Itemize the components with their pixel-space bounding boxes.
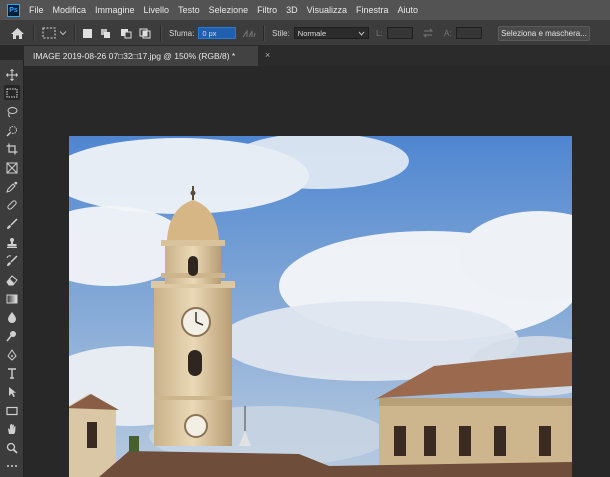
rectangle-icon <box>6 406 18 415</box>
menu-livello[interactable]: Livello <box>144 5 170 15</box>
lasso-tool[interactable] <box>4 104 20 119</box>
quick-selection-tool[interactable] <box>4 123 20 138</box>
document-tab-title: IMAGE 2019-08-26 07□32□17.jpg @ 150% (RG… <box>33 51 236 61</box>
marquee-preset-icon <box>42 27 56 39</box>
add-selection-mode[interactable] <box>100 20 112 46</box>
menu-file[interactable]: File <box>29 5 44 15</box>
hand-tool[interactable] <box>4 421 20 436</box>
new-selection-mode[interactable] <box>83 20 92 46</box>
photoshop-logo[interactable]: Ps <box>7 3 20 17</box>
anti-alias-checkbox[interactable] <box>242 20 256 46</box>
crop-tool[interactable] <box>4 141 20 156</box>
menu-modifica[interactable]: Modifica <box>53 5 87 15</box>
document-tab[interactable]: IMAGE 2019-08-26 07□32□17.jpg @ 150% (RG… <box>24 46 258 66</box>
pen-icon <box>7 348 17 361</box>
photo-bell-tower-illustration <box>69 136 572 477</box>
select-and-mask-button[interactable]: Seleziona e maschera... <box>498 25 590 41</box>
bandage-icon <box>7 199 17 210</box>
intersect-selection-mode[interactable] <box>139 20 151 46</box>
crop-icon <box>6 143 18 154</box>
home-icon <box>11 27 24 39</box>
menu-bar: Ps File Modifica Immagine Livello Testo … <box>0 0 610 20</box>
menu-3d[interactable]: 3D <box>286 5 298 15</box>
history-brush-tool[interactable] <box>4 253 20 268</box>
add-to-selection-icon <box>101 28 110 38</box>
options-bar: Sfuma: 0 px Stile: Normale L: A: Selezio… <box>0 20 610 46</box>
arrow-pointer-icon <box>9 386 16 397</box>
menu-selezione[interactable]: Selezione <box>209 5 249 15</box>
menu-immagine[interactable]: Immagine <box>95 5 135 15</box>
eyedropper-icon <box>6 181 18 193</box>
anti-alias-icon <box>242 29 256 38</box>
eraser-icon <box>6 274 18 285</box>
style-select[interactable]: Normale <box>293 27 369 39</box>
rectangular-marquee-tool[interactable] <box>4 85 20 100</box>
tool-preset-picker[interactable] <box>42 20 67 46</box>
rectangle-tool[interactable] <box>4 403 20 418</box>
menu-filtro[interactable]: Filtro <box>257 5 277 15</box>
quick-selection-icon <box>6 125 17 137</box>
eyedropper-tool[interactable] <box>4 179 20 194</box>
style-label: Stile: <box>272 28 290 38</box>
magnifier-icon <box>6 442 18 454</box>
feather-label: Sfuma: <box>169 28 195 38</box>
subtract-from-selection-icon <box>121 28 132 38</box>
frame-icon <box>6 162 18 173</box>
subtract-selection-mode[interactable] <box>120 20 132 46</box>
brush-icon <box>7 217 18 229</box>
intersect-selection-icon <box>139 28 151 38</box>
width-input[interactable] <box>386 27 413 39</box>
gradient-icon <box>6 294 18 303</box>
type-icon <box>8 367 16 379</box>
tab-close-button[interactable]: × <box>265 50 270 60</box>
chevron-down-icon <box>358 31 365 36</box>
feather-input[interactable]: 0 px <box>198 27 237 39</box>
path-selection-tool[interactable] <box>4 384 20 399</box>
menu-finestra[interactable]: Finestra <box>356 5 389 15</box>
swap-width-height-button[interactable] <box>422 20 434 46</box>
zoom-tool[interactable] <box>4 440 20 455</box>
home-button[interactable] <box>10 20 25 46</box>
width-label: L: <box>376 28 383 38</box>
menu-aiuto[interactable]: Aiuto <box>398 5 419 15</box>
history-brush-icon <box>6 254 18 266</box>
frame-tool[interactable] <box>4 160 20 175</box>
pen-tool[interactable] <box>4 347 20 362</box>
height-label: A: <box>444 28 452 38</box>
dodge-tool[interactable] <box>4 328 20 343</box>
document-image[interactable] <box>69 136 572 477</box>
style-value: Normale <box>297 28 327 38</box>
droplet-icon <box>8 311 16 323</box>
ellipsis-icon <box>7 464 17 467</box>
move-icon <box>6 68 18 81</box>
menu-visualizza[interactable]: Visualizza <box>307 5 347 15</box>
tools-panel <box>0 60 24 477</box>
eraser-tool[interactable] <box>4 272 20 287</box>
gradient-tool[interactable] <box>4 291 20 306</box>
more-tools-button[interactable] <box>4 458 20 473</box>
hand-icon <box>8 423 16 434</box>
height-input[interactable] <box>455 27 482 39</box>
type-tool[interactable] <box>4 365 20 380</box>
lasso-icon <box>7 106 18 117</box>
dodge-icon <box>6 330 16 341</box>
swap-arrows-icon <box>422 28 434 38</box>
new-selection-icon <box>83 28 92 38</box>
move-tool[interactable] <box>4 67 20 82</box>
clone-stamp-tool[interactable] <box>4 235 20 250</box>
marquee-icon <box>6 88 18 97</box>
chevron-down-icon <box>59 31 67 36</box>
healing-brush-tool[interactable] <box>4 197 20 212</box>
menu-testo[interactable]: Testo <box>178 5 200 15</box>
stamp-icon <box>7 237 17 248</box>
brush-tool[interactable] <box>4 216 20 231</box>
blur-tool[interactable] <box>4 309 20 324</box>
document-tab-bar: IMAGE 2019-08-26 07□32□17.jpg @ 150% (RG… <box>24 46 610 66</box>
